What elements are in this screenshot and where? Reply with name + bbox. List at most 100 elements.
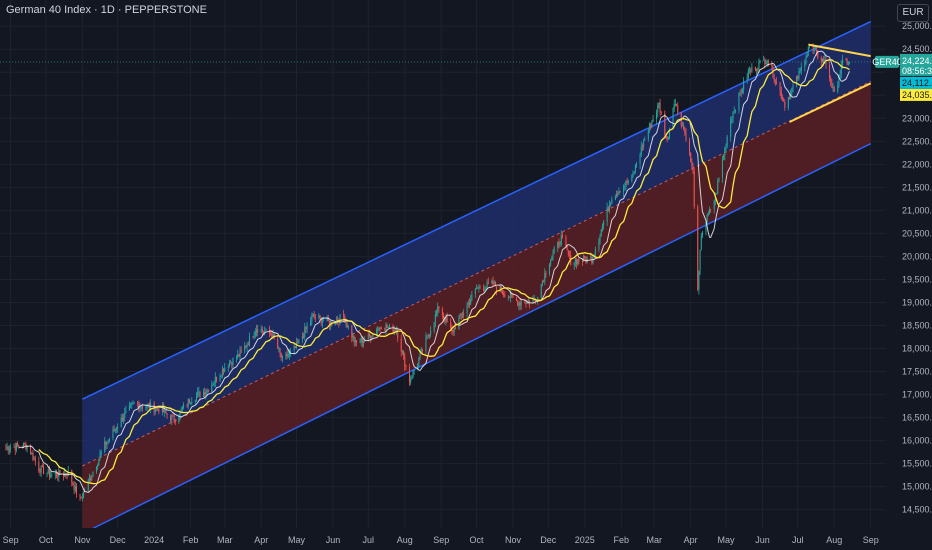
candle-body [378, 327, 380, 330]
candle-body [238, 354, 240, 357]
candle-body [594, 249, 596, 255]
candle-body [619, 191, 621, 193]
candle-body [87, 479, 89, 491]
candle-body [154, 408, 156, 412]
candle-body [368, 333, 370, 336]
price-chart[interactable]: 0.9565153792825364 25,000.024,500.024,00… [0, 0, 932, 550]
candle-body [363, 340, 365, 343]
candle-body [298, 339, 300, 344]
time-tick-label: Sep [433, 535, 449, 545]
candle-body [170, 414, 172, 421]
candle-body [404, 354, 406, 367]
candle-body [166, 412, 168, 415]
time-tick-label: Mar [217, 535, 233, 545]
candle-body [425, 337, 427, 352]
candle-body [387, 327, 389, 328]
candle-body [677, 105, 679, 113]
candle-body [397, 331, 399, 339]
candle-body [831, 83, 833, 88]
candle-body [121, 417, 123, 421]
candle-body [108, 438, 110, 440]
candle-body [452, 330, 454, 333]
candle-body [747, 70, 749, 78]
candle-body [100, 451, 102, 455]
candle-body [313, 313, 315, 317]
candle-body [46, 473, 48, 474]
candle-body [518, 302, 520, 306]
candle-body [411, 377, 413, 380]
price-tick-label: 16,500.0 [902, 413, 932, 423]
price-tick-label: 25,000.0 [902, 21, 932, 31]
candle-body [731, 118, 733, 120]
candle-body [223, 368, 225, 372]
candle-body [672, 108, 674, 129]
price-tick-label: 21,500.0 [902, 182, 932, 192]
candle-body [421, 349, 423, 352]
candle-body [90, 478, 92, 480]
time-tick-label: Jul [792, 535, 804, 545]
candle-body [484, 289, 486, 291]
candle-body [117, 427, 119, 429]
candle-body [823, 58, 825, 63]
candle-body [558, 241, 560, 246]
candle-body [644, 139, 646, 141]
candle-body [624, 186, 626, 188]
time-axis[interactable]: Sep Oct Nov Dec 2024 Feb Mar Apr May Jun Jul Aug Sep… [0, 528, 932, 550]
candle-body [73, 485, 75, 491]
candle-body [437, 306, 439, 313]
candle-body [346, 322, 348, 328]
candle-body [566, 246, 568, 251]
candle-body [314, 316, 316, 318]
candle-body [264, 331, 266, 333]
candle-body [172, 415, 174, 417]
candle-body [805, 57, 807, 62]
candle-body [553, 248, 555, 253]
time-tick-label: Apr [684, 535, 698, 545]
candle-body [47, 469, 49, 474]
candle-body [359, 342, 361, 344]
candle-body [565, 236, 567, 247]
candle-body [353, 336, 355, 343]
candle-body [496, 286, 498, 291]
candle-body [287, 354, 289, 357]
candle-body [367, 333, 369, 340]
candle-body [765, 63, 767, 65]
candle-body [91, 476, 93, 480]
candle-body [520, 302, 522, 306]
candle-body [545, 273, 547, 275]
currency-button[interactable]: EUR [897, 4, 929, 22]
candle-body [540, 283, 542, 298]
chart-title[interactable]: German 40 Index · 1D · PEPPERSTONE [6, 4, 207, 16]
price-tick-label: 15,500.0 [902, 459, 932, 469]
level2-label: 24,112.5 [902, 78, 932, 88]
candle-body [814, 49, 816, 51]
candle-body [787, 97, 789, 108]
candle-body [5, 447, 7, 449]
candle-body [441, 308, 443, 316]
candle-body [321, 321, 323, 324]
candle-body [10, 447, 12, 450]
candle-body [401, 351, 403, 353]
level3-label: 24,035.2 [902, 90, 932, 100]
candle-body [633, 171, 635, 174]
candle-body [171, 415, 173, 421]
candle-body [17, 443, 19, 446]
candle-body [757, 69, 759, 71]
candle-body [746, 77, 748, 81]
candle-body [14, 446, 16, 450]
price-tick-label: 24,500.0 [902, 44, 932, 54]
candle-body [114, 429, 116, 431]
candle-body [370, 335, 372, 339]
candle-body [133, 402, 135, 404]
candle-body [683, 125, 685, 130]
candle-body [718, 177, 720, 183]
candle-body [15, 443, 18, 450]
candle-body [67, 470, 69, 476]
candle-body [355, 340, 358, 343]
candle-body [748, 70, 751, 72]
candle-body [666, 136, 668, 140]
candle-body [599, 235, 601, 241]
candle-body [688, 140, 691, 153]
candle-body [270, 333, 272, 335]
candle-body [125, 410, 127, 413]
